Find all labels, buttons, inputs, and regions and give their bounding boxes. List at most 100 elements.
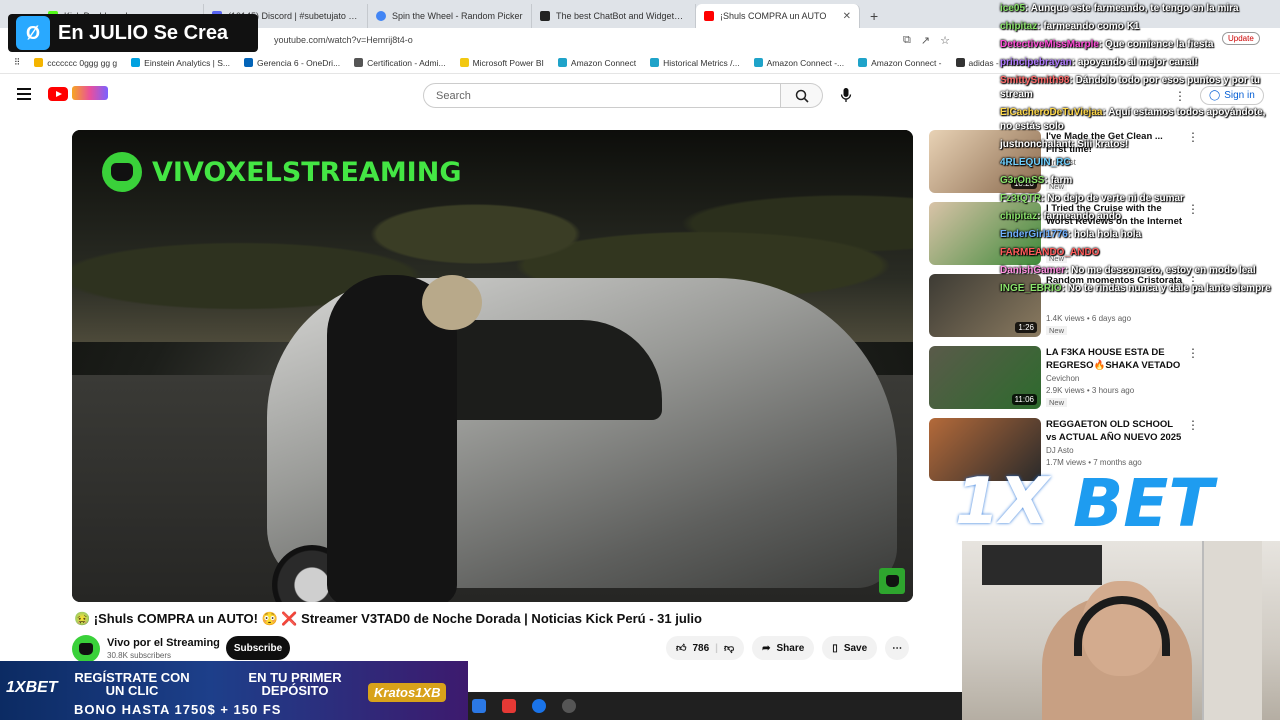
more-icon[interactable]: ⋮ bbox=[1187, 346, 1199, 360]
video-player[interactable]: VIVOXELSTREAMING bbox=[72, 130, 913, 602]
more-horizontal-icon: ⋯ bbox=[892, 642, 903, 654]
promo-line-2: EN TU PRIMER DEPÓSITO bbox=[248, 670, 342, 698]
recommendation-channel: Cevichon bbox=[1046, 374, 1080, 383]
chat-text: No dejo de verte ni de sumar bbox=[1047, 193, 1184, 204]
chat-message: ice05: Aunque este farmeando, te tengo e… bbox=[1000, 3, 1239, 14]
streamer-webcam bbox=[962, 541, 1280, 720]
bookmark-item[interactable]: Einstein Analytics | S... bbox=[131, 58, 230, 68]
github-icon bbox=[540, 11, 550, 21]
bookmark-item[interactable]: Amazon Connect bbox=[557, 57, 637, 68]
share-icon[interactable]: ↗ bbox=[921, 34, 930, 47]
chat-username: 4RLEQUIN_RC bbox=[1000, 157, 1071, 168]
duration-badge: 11:06 bbox=[1011, 394, 1037, 405]
new-tab-button[interactable]: + bbox=[860, 8, 888, 28]
bookmark-label: ccccccc 0ggg gg g bbox=[47, 57, 118, 68]
chat-message: Fz3tQTR: No dejo de verte ni de sumar bbox=[1000, 193, 1184, 204]
folder-icon bbox=[34, 58, 44, 67]
thumbs-up-icon: 👍︎ bbox=[676, 643, 687, 654]
chat-message: G3rOnSS: farm bbox=[1000, 175, 1073, 186]
video-person-head bbox=[422, 275, 482, 330]
chat-username: INGE_EBRIO bbox=[1000, 283, 1062, 294]
chat-text: Que comience la fiesta bbox=[1105, 39, 1214, 50]
apps-icon[interactable]: ⠿ bbox=[14, 57, 20, 68]
tab-youtube-active[interactable]: ¡Shuls COMPRA un AUTO ✕ bbox=[696, 4, 860, 28]
bookmark-label: Einstein Analytics | S... bbox=[144, 57, 231, 68]
chrome-icon[interactable] bbox=[532, 699, 546, 713]
bookmark-label: Amazon Connect - bbox=[871, 57, 942, 68]
bookmark-item[interactable]: Certification - Admi... bbox=[354, 58, 446, 68]
app-icon[interactable] bbox=[502, 699, 516, 713]
sponsor-bet-text: BET bbox=[1073, 465, 1214, 542]
adidas-icon bbox=[955, 58, 965, 67]
chat-message: 4RLEQUIN_RC bbox=[998, 154, 1280, 172]
like-count: 786 bbox=[692, 642, 710, 654]
bookmark-item[interactable]: Amazon Connect -... bbox=[753, 58, 844, 68]
channel-avatar[interactable] bbox=[72, 635, 100, 663]
promo-bonus-text: BONO HASTA 1750$ + 150 FS bbox=[74, 702, 282, 717]
channel-name[interactable]: Vivo por el Streaming bbox=[107, 637, 220, 649]
update-badge[interactable]: Update bbox=[1222, 32, 1260, 45]
subscribe-button[interactable]: Subscribe bbox=[226, 636, 290, 660]
bookmark-item[interactable]: Amazon Connect - bbox=[858, 57, 942, 68]
more-icon[interactable]: ⋮ bbox=[1187, 418, 1199, 432]
chat-message: INGE_EBRIO: No te rindas nunca y dale pa… bbox=[1000, 283, 1271, 294]
bookmark-item[interactable]: ccccccc 0ggg gg g bbox=[34, 58, 117, 68]
youtube-doodle[interactable] bbox=[72, 86, 108, 100]
webcam-door bbox=[1202, 541, 1262, 720]
menu-icon[interactable] bbox=[17, 88, 31, 100]
chat-message: ElCacheroDeTuViejaa: Aquí estamos todos … bbox=[1000, 107, 1266, 132]
video-channel-text: VIVOXELSTREAMING bbox=[152, 156, 462, 188]
chat-text: Siii kratos! bbox=[1077, 139, 1129, 150]
chat-username: FARMEANDO_ANDO bbox=[1000, 247, 1100, 258]
amazon-connect-icon bbox=[858, 58, 868, 67]
star-icon[interactable]: ☆ bbox=[940, 34, 950, 47]
chat-message: principebrayan: apoyando al mejor canal! bbox=[1000, 57, 1198, 68]
bookmark-item[interactable]: Gerencia 6 - OneDri... bbox=[244, 58, 340, 68]
app-icon[interactable] bbox=[472, 699, 486, 713]
stream-title-banner: Ø En JULIO Se Crea bbox=[8, 14, 258, 52]
sponsor-1x-text: 1X bbox=[955, 465, 1049, 539]
bookmark-item[interactable]: Microsoft Power BI bbox=[459, 57, 544, 68]
save-button[interactable]: ▯ Save bbox=[822, 636, 878, 660]
chat-text: farmeando ando bbox=[1043, 211, 1122, 222]
chat-text: apoyando al mejor canal! bbox=[1077, 57, 1198, 68]
chat-text: No me desconecto, estoy en modo leal bbox=[1071, 265, 1256, 276]
watermark-icon bbox=[879, 568, 905, 594]
cast-icon[interactable]: ⧉ bbox=[903, 34, 911, 47]
kratos-promo-banner: 1XBET REGÍSTRATE CON UN CLIC EN TU PRIME… bbox=[0, 661, 468, 720]
close-icon[interactable]: ✕ bbox=[843, 11, 851, 22]
onedrive-icon bbox=[244, 58, 254, 67]
save-label: Save bbox=[843, 642, 868, 654]
salesforce-icon bbox=[131, 58, 141, 67]
search-input[interactable]: Search bbox=[423, 83, 781, 108]
mic-button[interactable] bbox=[836, 85, 856, 105]
share-button[interactable]: ➦ Share bbox=[752, 636, 815, 660]
tab-chatbot[interactable]: The best ChatBot and Widgets for K bbox=[532, 4, 696, 28]
bookmark-item[interactable]: Historical Metrics /... bbox=[650, 58, 740, 68]
new-badge: New bbox=[1046, 398, 1068, 407]
youtube-logo[interactable] bbox=[48, 87, 68, 101]
share-arrow-icon: ➦ bbox=[762, 642, 771, 654]
video-channel-tag: VIVOXELSTREAMING bbox=[102, 152, 462, 192]
obs-icon[interactable] bbox=[562, 699, 576, 713]
like-button[interactable]: 👍︎ 786 | 👎︎ bbox=[666, 636, 745, 660]
share-label: Share bbox=[776, 642, 805, 654]
bookmark-icon: ▯ bbox=[832, 642, 838, 654]
search-button[interactable] bbox=[781, 83, 823, 108]
recommendation-item[interactable]: 11:06 LA F3KA HOUSE ESTA DE REGRESO🔥SHAK… bbox=[929, 346, 1269, 410]
recommendation-channel: DJ Asto bbox=[1046, 446, 1074, 455]
more-actions-button[interactable]: ⋯ bbox=[885, 636, 910, 660]
tab-label: The best ChatBot and Widgets for K bbox=[556, 11, 687, 21]
screen: Kick Dashboard (10145) Discord | #subetu… bbox=[0, 0, 1280, 720]
bookmark-label: Amazon Connect bbox=[570, 57, 637, 68]
bookmark-label: Microsoft Power BI bbox=[472, 57, 544, 68]
promo-line-1: REGÍSTRATE CON UN CLIC bbox=[74, 670, 190, 698]
tab-spin-wheel[interactable]: Spin the Wheel - Random Picker bbox=[368, 4, 532, 28]
chat-message: FARMEANDO_ANDO bbox=[998, 244, 1280, 262]
mic-icon bbox=[840, 88, 852, 102]
url-field[interactable]: youtube.com/watch?v=Hemrij8t4-o bbox=[274, 35, 903, 45]
chat-text: Aunque este farmeando, te tengo en la mi… bbox=[1030, 3, 1239, 14]
recommendation-title: REGGAETON OLD SCHOOL vs ACTUAL AÑO NUEVO… bbox=[1046, 419, 1182, 443]
thumbs-down-icon[interactable]: 👎︎ bbox=[724, 642, 734, 654]
chat-overlay: ice05: Aunque este farmeando, te tengo e… bbox=[998, 0, 1280, 330]
